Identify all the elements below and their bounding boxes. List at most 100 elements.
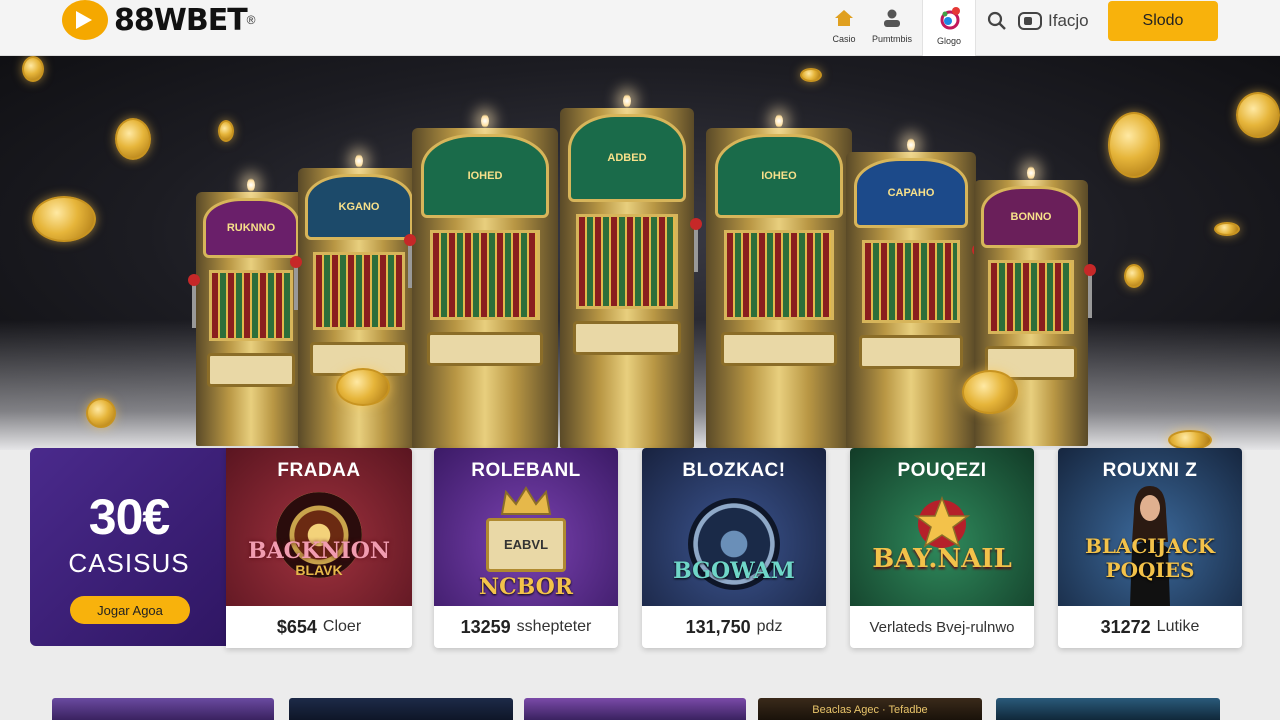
brand-name: 88WBET	[114, 2, 248, 38]
game-thumbnail[interactable]	[524, 698, 746, 720]
lever-icon	[404, 234, 416, 288]
slot-reels	[312, 252, 406, 330]
play-arrow-icon	[62, 0, 108, 40]
header-link[interactable]: Ifacjo	[1048, 11, 1089, 31]
coin-icon	[1108, 112, 1160, 178]
coin-icon	[1168, 430, 1212, 450]
card-logo-sub: POQIES	[1105, 558, 1195, 582]
lamp-icon	[481, 114, 489, 128]
game-thumbnail[interactable]	[996, 698, 1220, 720]
card-title: BLOZKAC!	[682, 460, 786, 481]
coin-icon	[1236, 92, 1280, 138]
hero-banner[interactable]: RUKNNO KGANO IOHED ADBED IOHEO CAPAHO BONNO	[0, 56, 1280, 450]
card-footer: $654 Cloer	[226, 606, 412, 648]
slot-panel	[573, 321, 681, 355]
card-logo-sub: BLAVK	[295, 562, 343, 578]
card-logo-sub: EABVL	[503, 537, 549, 552]
card-footer: Verlateds Bvej-rulnwo	[850, 606, 1034, 648]
promo-amount: 30€	[88, 489, 170, 545]
slot-frame: EABVL	[486, 518, 566, 572]
nav-label: Casio	[832, 34, 856, 44]
signup-button[interactable]: Slodo	[1108, 1, 1218, 41]
coin-icon	[1214, 222, 1240, 236]
slot-machine: IOHEO	[706, 114, 860, 448]
game-card[interactable]: ROUXNI Z BLACIJACK POQIES 31272 Lutike	[1058, 448, 1242, 648]
slot-marquee: IOHEO	[714, 134, 844, 218]
card-logo: BAY.NAIL	[872, 544, 1012, 574]
lamp-icon	[355, 154, 363, 168]
game-card[interactable]: BLOZKAC! BGOWAM 131,750 pdz	[642, 448, 826, 648]
slot-reels	[576, 214, 678, 309]
search-icon[interactable]	[986, 10, 1008, 32]
home-icon	[835, 10, 853, 26]
card-caption: Verlateds Bvej-rulnwo	[869, 618, 1015, 636]
slot-reels	[429, 230, 541, 320]
card-logo: NCBOR	[478, 574, 574, 600]
top-header: 88WBET ® Casio Pumtmbis Glogo Ifacjo Slo…	[0, 0, 1280, 56]
card-value: 31272	[1100, 616, 1151, 637]
slot-reels	[987, 260, 1075, 334]
toggle-icon[interactable]	[1018, 12, 1042, 30]
registered-mark: ®	[246, 13, 256, 27]
card-footer: 31272 Lutike	[1058, 606, 1242, 648]
game-card[interactable]: ROLEBANL EABVL NCBOR 13259 sshepteter	[434, 448, 618, 648]
slot-marquee: RUKNNO	[202, 198, 300, 258]
user-icon	[884, 9, 900, 27]
promo-card[interactable]: 30€ CASISUS Jogar Agoa	[30, 448, 228, 646]
card-caption: Lutike	[1156, 618, 1200, 635]
crown-icon	[500, 486, 552, 515]
slot-reels	[209, 270, 293, 341]
slot-panel	[720, 332, 838, 366]
card-logo: BACKNION	[248, 538, 390, 564]
coin-icon	[962, 370, 1018, 414]
lamp-icon	[623, 94, 631, 108]
lamp-icon	[247, 178, 255, 192]
game-card[interactable]: POUQEZI BAY.NAIL Verlateds Bvej-rulnwo	[850, 448, 1034, 648]
game-thumbnail[interactable]: Beaclas Agec · Tefadbe	[758, 698, 982, 720]
thumbnail-label: Beaclas Agec · Tefadbe	[812, 704, 928, 716]
slot-machine: IOHED	[404, 114, 558, 448]
game-card[interactable]: FRADAA BACKNION BLAVK $654 Cloer	[226, 448, 412, 648]
nav-item-app[interactable]: Glogo	[922, 0, 976, 56]
promo-subtitle: CASISUS	[68, 548, 190, 578]
slot-marquee: ADBED	[568, 114, 686, 202]
card-logo: BLACIJACK	[1084, 534, 1216, 558]
card-caption: sshepteter	[516, 618, 592, 635]
card-footer: 13259 sshepteter	[434, 606, 618, 648]
lamp-icon	[1027, 166, 1035, 180]
slot-machine: ADBED	[560, 94, 702, 448]
card-art: ROLEBANL EABVL NCBOR	[434, 448, 618, 606]
slot-reels	[861, 240, 961, 323]
card-caption: Cloer	[322, 618, 362, 635]
slot-panel	[426, 332, 544, 366]
nav-label: Glogo	[936, 36, 962, 46]
slot-marquee: BONNO	[980, 186, 1082, 248]
app-logo-icon	[940, 7, 960, 30]
slot-machine: KGANO	[290, 154, 420, 448]
lamp-icon	[775, 114, 783, 128]
game-thumbnail[interactable]	[289, 698, 513, 720]
game-thumbnail[interactable]	[52, 698, 274, 720]
coin-icon	[86, 398, 116, 428]
slot-marquee: IOHED	[420, 134, 550, 218]
slot-panel	[859, 335, 963, 369]
card-art: FRADAA BACKNION BLAVK	[226, 448, 412, 606]
lamp-icon	[907, 138, 915, 152]
card-value: 131,750	[685, 616, 751, 637]
lever-icon	[290, 256, 302, 310]
card-caption: pdz	[756, 618, 783, 635]
brand-logo[interactable]: 88WBET ®	[62, 0, 256, 40]
nav-item-profile[interactable]: Pumtmbis	[864, 8, 920, 44]
card-art: BLOZKAC! BGOWAM	[642, 448, 826, 606]
card-logo: BGOWAM	[673, 558, 795, 584]
coin-icon	[336, 368, 390, 406]
card-footer: 131,750 pdz	[642, 606, 826, 648]
play-now-button[interactable]: Jogar Agoa	[70, 596, 190, 624]
coin-icon	[22, 56, 44, 82]
card-art: POUQEZI BAY.NAIL	[850, 448, 1034, 606]
slot-machine: CAPAHO	[846, 138, 984, 448]
card-title: ROUXNI Z	[1102, 460, 1198, 481]
card-art: ROUXNI Z BLACIJACK POQIES	[1058, 448, 1242, 606]
slot-panel	[207, 353, 295, 387]
card-value: 13259	[460, 616, 511, 637]
